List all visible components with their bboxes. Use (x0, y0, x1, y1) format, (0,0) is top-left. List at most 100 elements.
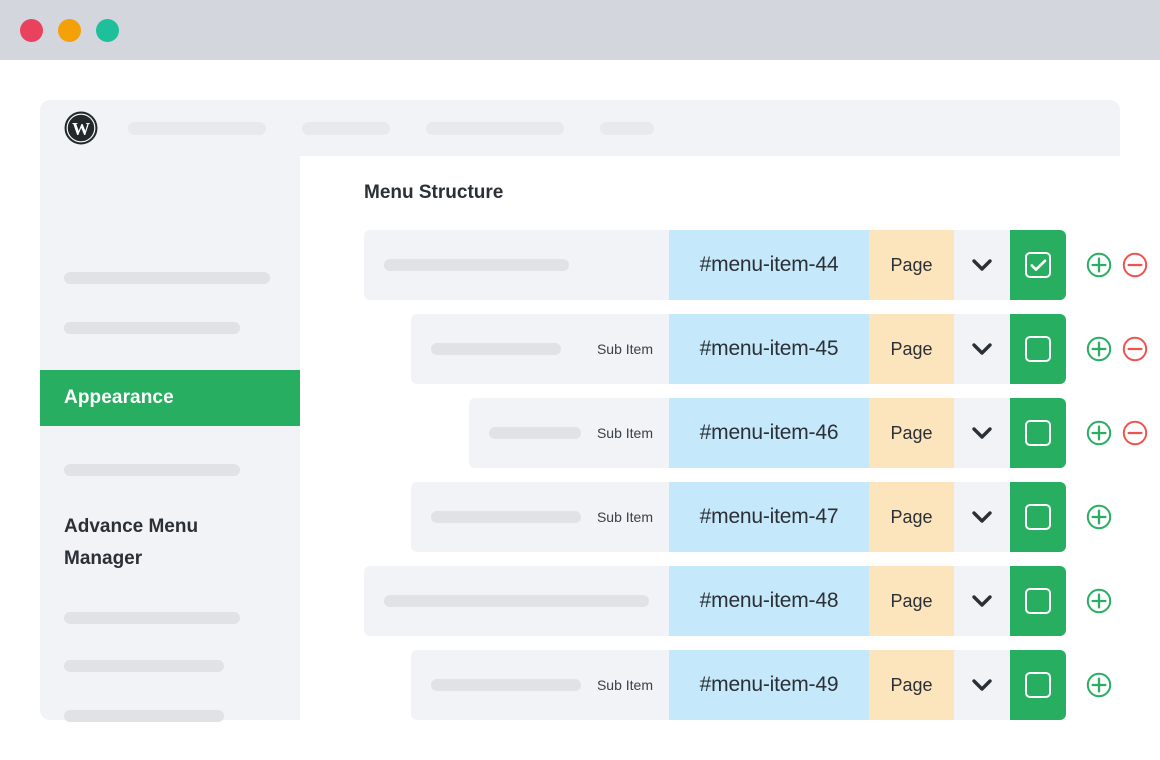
menu-item-type-cell: Page (869, 566, 954, 636)
menu-item-id-cell: #menu-item-47 (669, 482, 869, 552)
nav-skeleton-item (302, 122, 390, 135)
menu-item-title-skeleton (384, 259, 569, 271)
sidebar-skeleton-item (64, 660, 224, 672)
sidebar-skeleton-item (64, 272, 270, 284)
menu-item-id-cell: #menu-item-49 (669, 650, 869, 720)
remove-menu-item-button[interactable] (1122, 336, 1148, 362)
menu-item-title-cell[interactable] (364, 566, 669, 636)
sidebar-item-label: Appearance (64, 387, 174, 409)
sidebar-skeleton-item (64, 464, 240, 476)
menu-item-title-cell[interactable] (364, 230, 669, 300)
menu-item-select-checkbox[interactable] (1010, 650, 1066, 720)
chevron-down-icon (971, 258, 993, 272)
sub-item-badge: Sub Item (597, 341, 653, 357)
checkbox-unchecked (1025, 504, 1051, 530)
expand-toggle[interactable] (954, 566, 1010, 636)
app-panel: W Appearance Advance Menu Manager Menu S… (40, 100, 1120, 720)
add-menu-item-button[interactable] (1086, 336, 1112, 362)
plus-circle-icon (1086, 336, 1112, 362)
sub-item-badge: Sub Item (597, 425, 653, 441)
chevron-down-icon (971, 426, 993, 440)
row-actions (1086, 314, 1148, 384)
sidebar-skeleton-item (64, 322, 240, 334)
menu-item-select-checkbox[interactable] (1010, 230, 1066, 300)
row-actions (1086, 650, 1112, 720)
expand-toggle[interactable] (954, 398, 1010, 468)
row-actions (1086, 566, 1112, 636)
nav-skeleton-item (426, 122, 564, 135)
plus-circle-icon (1086, 588, 1112, 614)
menu-item-title-cell[interactable]: Sub Item (411, 482, 669, 552)
chevron-down-icon (971, 342, 993, 356)
menu-structure-row[interactable]: Sub Item #menu-item-45Page (411, 314, 1148, 384)
menu-structure-row[interactable]: #menu-item-48Page (364, 566, 1112, 636)
checkbox-unchecked (1025, 420, 1051, 446)
row-actions (1086, 230, 1148, 300)
minimize-button[interactable] (58, 19, 81, 42)
row-actions (1086, 398, 1148, 468)
checkbox-unchecked (1025, 336, 1051, 362)
menu-item-id-cell: #menu-item-45 (669, 314, 869, 384)
menu-item-title-cell[interactable]: Sub Item (411, 314, 669, 384)
sub-item-badge: Sub Item (597, 677, 653, 693)
menu-item-title-skeleton (431, 679, 581, 691)
expand-toggle[interactable] (954, 650, 1010, 720)
maximize-button[interactable] (96, 19, 119, 42)
plus-circle-icon (1086, 420, 1112, 446)
menu-item-select-checkbox[interactable] (1010, 566, 1066, 636)
close-button[interactable] (20, 19, 43, 42)
menu-item-select-checkbox[interactable] (1010, 314, 1066, 384)
menu-structure-row[interactable]: #menu-item-44Page (364, 230, 1148, 300)
menu-item-id-cell: #menu-item-46 (669, 398, 869, 468)
checkbox-unchecked (1025, 672, 1051, 698)
menu-item-select-checkbox[interactable] (1010, 482, 1066, 552)
nav-skeleton-item (600, 122, 654, 135)
menu-item-title-cell[interactable]: Sub Item (469, 398, 669, 468)
menu-item-type-cell: Page (869, 230, 954, 300)
menu-structure-row[interactable]: Sub Item #menu-item-46Page (469, 398, 1148, 468)
sub-item-badge: Sub Item (597, 509, 653, 525)
menu-structure-heading: Menu Structure (364, 182, 503, 204)
check-icon (1030, 259, 1047, 272)
menu-item-select-checkbox[interactable] (1010, 398, 1066, 468)
menu-item-id-cell: #menu-item-48 (669, 566, 869, 636)
plus-circle-icon (1086, 252, 1112, 278)
row-actions (1086, 482, 1112, 552)
menu-item-type-cell: Page (869, 398, 954, 468)
menu-item-title-skeleton (431, 511, 581, 523)
minus-circle-icon (1122, 420, 1148, 446)
wordpress-logo-icon[interactable]: W (64, 111, 98, 145)
minus-circle-icon (1122, 336, 1148, 362)
menu-item-title-skeleton (489, 427, 581, 439)
sidebar-skeleton-item (64, 710, 224, 722)
add-menu-item-button[interactable] (1086, 504, 1112, 530)
minus-circle-icon (1122, 252, 1148, 278)
menu-item-type-cell: Page (869, 314, 954, 384)
chevron-down-icon (971, 678, 993, 692)
add-menu-item-button[interactable] (1086, 420, 1112, 446)
menu-item-type-cell: Page (869, 482, 954, 552)
chevron-down-icon (971, 594, 993, 608)
sidebar-skeleton-item (64, 612, 240, 624)
sidebar-item-appearance[interactable]: Appearance (40, 370, 300, 426)
menu-item-id-cell: #menu-item-44 (669, 230, 869, 300)
page-title: Advance Menu Manager (64, 511, 264, 575)
add-menu-item-button[interactable] (1086, 588, 1112, 614)
add-menu-item-button[interactable] (1086, 252, 1112, 278)
menu-structure-row[interactable]: Sub Item #menu-item-47Page (411, 482, 1112, 552)
menu-structure-row[interactable]: Sub Item #menu-item-49Page (411, 650, 1112, 720)
chevron-down-icon (971, 510, 993, 524)
expand-toggle[interactable] (954, 314, 1010, 384)
nav-skeleton-item (128, 122, 266, 135)
remove-menu-item-button[interactable] (1122, 420, 1148, 446)
plus-circle-icon (1086, 672, 1112, 698)
menu-item-title-skeleton (384, 595, 649, 607)
add-menu-item-button[interactable] (1086, 672, 1112, 698)
menu-item-type-cell: Page (869, 650, 954, 720)
admin-top-nav: W (40, 100, 1120, 156)
remove-menu-item-button[interactable] (1122, 252, 1148, 278)
expand-toggle[interactable] (954, 230, 1010, 300)
menu-item-title-cell[interactable]: Sub Item (411, 650, 669, 720)
expand-toggle[interactable] (954, 482, 1010, 552)
content-area: Menu Structure #menu-item-44PageSub Item… (300, 156, 1120, 720)
